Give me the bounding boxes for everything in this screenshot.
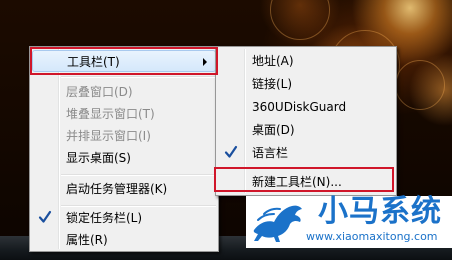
menu-item-label: 属性(R) — [66, 233, 108, 247]
menu-item-label: 层叠窗口(D) — [66, 85, 133, 99]
menu-item-label: 锁定任务栏(L) — [66, 211, 143, 225]
submenu-item-language-bar[interactable]: 语言栏 — [218, 142, 394, 164]
menu-item-label: 启动任务管理器(K) — [66, 182, 168, 196]
watermark-logo: 小马系统 www.xiaomaxitong.com — [246, 194, 452, 248]
menu-item-label: 链接(L) — [252, 77, 293, 91]
menu-item-cascade-windows[interactable]: 层叠窗口(D) — [32, 81, 216, 103]
menu-item-show-desktop[interactable]: 显示桌面(S) — [32, 147, 216, 169]
menu-item-label: 语言栏 — [252, 146, 289, 160]
watermark-title: 小马系统 — [318, 194, 442, 229]
wallpaper-bokeh — [270, 0, 330, 40]
submenu-item-address[interactable]: 地址(A) — [218, 50, 394, 72]
menu-item-stack-windows[interactable]: 堆叠显示窗口(T) — [32, 103, 216, 125]
menu-item-task-manager[interactable]: 启动任务管理器(K) — [32, 178, 216, 200]
menu-separator — [61, 174, 216, 176]
wallpaper-bokeh — [395, 60, 445, 110]
menu-item-label: 桌面(D) — [252, 123, 295, 137]
taskbar-context-menu: 工具栏(T) 层叠窗口(D) 堆叠显示窗口(T) 并排显示窗口(I) 显示桌面(… — [29, 46, 219, 252]
horse-logo-icon — [253, 205, 302, 242]
watermark-url: www.xiaomaxitong.com — [306, 230, 438, 243]
checkmark-icon — [38, 210, 52, 223]
menu-item-label: 并排显示窗口(I) — [66, 129, 151, 143]
submenu-item-360udiskguard[interactable]: 360UDiskGuard — [218, 96, 394, 118]
menu-item-properties[interactable]: 属性(R) — [32, 229, 216, 251]
highlight-box-toolbars — [30, 47, 218, 75]
menu-item-label: 显示桌面(S) — [66, 151, 131, 165]
menu-item-label: 堆叠显示窗口(T) — [66, 107, 155, 121]
highlight-box-new-toolbar — [214, 167, 394, 192]
submenu-item-desktop[interactable]: 桌面(D) — [218, 119, 394, 141]
checkmark-icon — [224, 145, 238, 158]
menu-item-label: 地址(A) — [252, 54, 294, 68]
menu-item-side-by-side-windows[interactable]: 并排显示窗口(I) — [32, 125, 216, 147]
menu-separator — [61, 76, 216, 78]
submenu-item-links[interactable]: 链接(L) — [218, 73, 394, 95]
menu-item-lock-taskbar[interactable]: 锁定任务栏(L) — [32, 207, 216, 229]
menu-item-label: 360UDiskGuard — [252, 100, 347, 114]
